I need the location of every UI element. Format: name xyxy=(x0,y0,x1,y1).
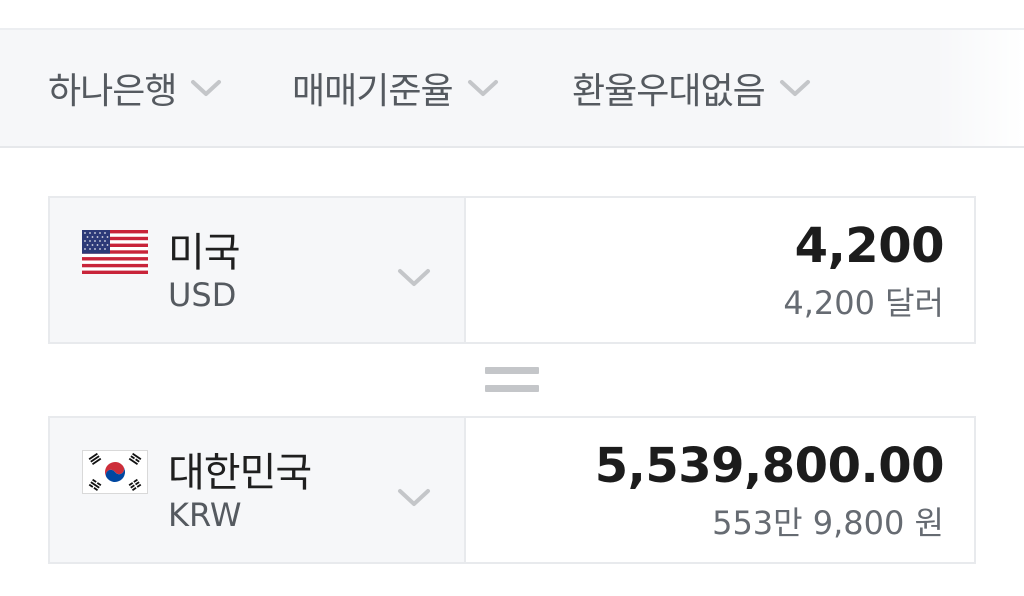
from-amount-input[interactable]: 4,200 4,200 달러 xyxy=(466,198,974,342)
rate-type-filter-label: 매매기준율 xyxy=(292,71,454,112)
chevron-down-icon xyxy=(779,80,810,96)
preferential-rate-filter-label: 환율우대없음 xyxy=(572,71,766,112)
preferential-rate-filter[interactable]: 환율우대없음 xyxy=(572,63,811,113)
chevron-down-icon xyxy=(398,489,430,506)
filter-bar: 하나은행 매매기준율 환율우대없음 xyxy=(0,28,1024,148)
from-country-name: 미국 xyxy=(168,230,241,276)
chevron-down-icon xyxy=(467,80,498,96)
chevron-down-icon xyxy=(191,80,222,96)
scroll-fade xyxy=(934,30,1024,146)
to-currency-row: 대한민국 KRW 5,539,800.00 553만 9,800 원 xyxy=(48,416,976,564)
from-currency-row: 미국 USD 4,200 4,200 달러 xyxy=(48,196,976,344)
from-currency-code: USD xyxy=(168,276,237,314)
equals-icon xyxy=(485,367,539,393)
to-currency-select[interactable]: 대한민국 KRW xyxy=(50,418,466,562)
bank-filter-label: 하나은행 xyxy=(48,71,177,112)
rate-type-filter[interactable]: 매매기준율 xyxy=(292,63,499,113)
to-amount-output[interactable]: 5,539,800.00 553만 9,800 원 xyxy=(466,418,974,562)
from-currency-select[interactable]: 미국 USD xyxy=(50,198,466,342)
to-amount-text: 553만 9,800 원 xyxy=(712,504,944,542)
chevron-down-icon xyxy=(398,269,430,286)
from-amount-text: 4,200 달러 xyxy=(783,284,944,322)
bank-filter[interactable]: 하나은행 xyxy=(48,63,222,113)
to-currency-code: KRW xyxy=(168,496,242,534)
to-amount-value: 5,539,800.00 xyxy=(594,438,945,494)
from-amount-value: 4,200 xyxy=(794,218,945,274)
us-flag-icon xyxy=(82,230,148,274)
to-country-name: 대한민국 xyxy=(168,450,312,496)
kr-flag-icon xyxy=(82,450,148,494)
